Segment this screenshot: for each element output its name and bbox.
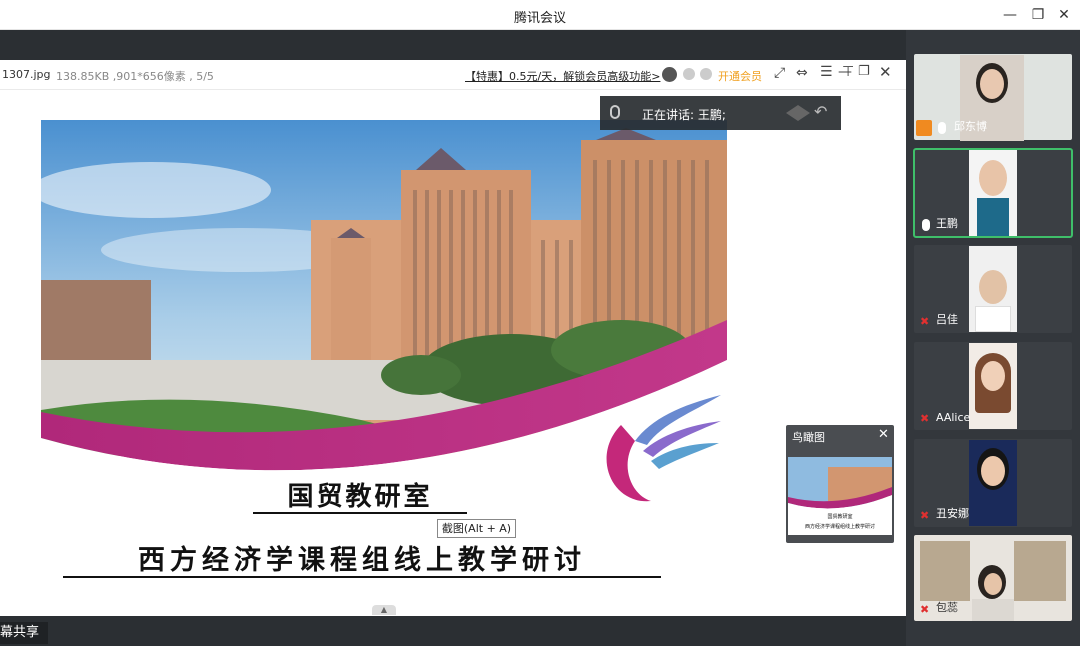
participant-name: 包蕊 xyxy=(936,601,958,614)
share-screen-label: 幕共享 xyxy=(0,622,48,644)
menu-icon[interactable]: ☰ xyxy=(820,64,833,80)
speaking-text: 正在讲话: 王鹏; xyxy=(642,108,726,122)
participant-tile-6[interactable]: ✖ 包蕊 xyxy=(914,535,1072,621)
slide-title-primary: 国贸教研室 xyxy=(287,482,433,512)
birdseye-caption2: 西方经济学课程组线上教学研讨 xyxy=(804,524,875,530)
mic-icon xyxy=(938,122,946,134)
fullscreen-icon[interactable]: ⤢ xyxy=(774,65,785,81)
speaking-indicator: 正在讲话: 王鹏; ↶ xyxy=(600,96,841,130)
host-icon xyxy=(916,120,932,136)
restore-button[interactable]: ❐ xyxy=(1024,4,1052,26)
birdseye-close-button[interactable]: ✕ xyxy=(878,427,889,442)
participant-name: AAlice xyxy=(936,411,971,424)
participant-tile-5[interactable]: ✖ 丑安娜 xyxy=(914,439,1072,527)
viewer-close-button[interactable]: ✕ xyxy=(879,63,892,81)
mic-muted-icon: ✖ xyxy=(920,509,930,522)
slide-title-secondary: 西方经济学课程组线上教学研讨 xyxy=(138,545,586,576)
undo-icon[interactable]: ↶ xyxy=(814,102,827,121)
mic-muted-icon: ✖ xyxy=(920,603,930,616)
screenshot-tooltip: 截图(Alt + A) xyxy=(437,519,516,538)
mic-muted-icon: ✖ xyxy=(920,412,930,425)
video-feed xyxy=(969,440,1017,526)
mic-muted-icon: ✖ xyxy=(920,315,930,328)
slide-title-underline xyxy=(253,512,467,514)
slide-subtitle-underline xyxy=(63,576,661,578)
video-feed xyxy=(969,246,1017,332)
title-bar: 腾讯会议 — ❐ ✕ xyxy=(0,0,1080,30)
participant-name: 吕佳 xyxy=(936,313,958,326)
pointer-icon[interactable] xyxy=(786,105,810,121)
mic-icon xyxy=(922,219,930,231)
crown-icon xyxy=(700,68,712,80)
vip-button[interactable]: 开通会员 xyxy=(718,68,762,84)
viewer-fileinfo: 138.85KB ,901*656像素 , 5/5 xyxy=(56,70,214,83)
campus-photo xyxy=(41,120,727,588)
window-title: 腾讯会议 xyxy=(513,11,566,26)
birdseye-title: 鸟瞰图 xyxy=(792,431,825,444)
participant-name: 王鹏 xyxy=(936,217,958,230)
participant-name: 邱东博 xyxy=(954,120,987,133)
participant-tile-3[interactable]: ✖ 吕佳 xyxy=(914,245,1072,333)
participant-tile-1[interactable]: 邱东博 xyxy=(914,54,1072,141)
close-button[interactable]: ✕ xyxy=(1050,4,1078,26)
mic-icon xyxy=(610,105,620,119)
image-viewer-toolbar: 1307.jpg 138.85KB ,901*656像素 , 5/5 【特惠】0… xyxy=(0,60,906,90)
promo-link[interactable]: 【特惠】0.5元/天，解锁会员高级功能> xyxy=(465,68,660,84)
video-feed xyxy=(969,150,1017,236)
participant-tile-2[interactable]: 王鹏 xyxy=(913,148,1073,238)
birdseye-thumbnail[interactable]: 国贸教研室 西方经济学课程组线上教学研讨 xyxy=(788,457,892,535)
birdseye-panel: 鸟瞰图 ✕ 国贸教研室 西方经济学课程组线上教学研讨 xyxy=(786,425,894,543)
slide-image: 国贸教研室 西方经济学课程组线上教学研讨 xyxy=(41,120,727,588)
minimize-button[interactable]: — xyxy=(996,4,1024,26)
fit-icon[interactable]: ⇔ xyxy=(796,65,808,81)
video-feed xyxy=(969,343,1017,429)
birdseye-caption1: 国贸教研室 xyxy=(827,514,853,520)
vip-badge-icon xyxy=(683,68,695,80)
viewer-maximize-button[interactable]: ❐ xyxy=(858,64,870,79)
collapse-handle[interactable]: ▲ xyxy=(372,605,396,615)
avatar-icon[interactable] xyxy=(662,67,677,82)
participant-tile-4[interactable]: ✖ AAlice xyxy=(914,342,1072,430)
participant-name: 丑安娜 xyxy=(936,507,969,520)
viewer-minimize-button[interactable]: — xyxy=(838,64,852,80)
viewer-filename: 1307.jpg xyxy=(2,68,51,81)
